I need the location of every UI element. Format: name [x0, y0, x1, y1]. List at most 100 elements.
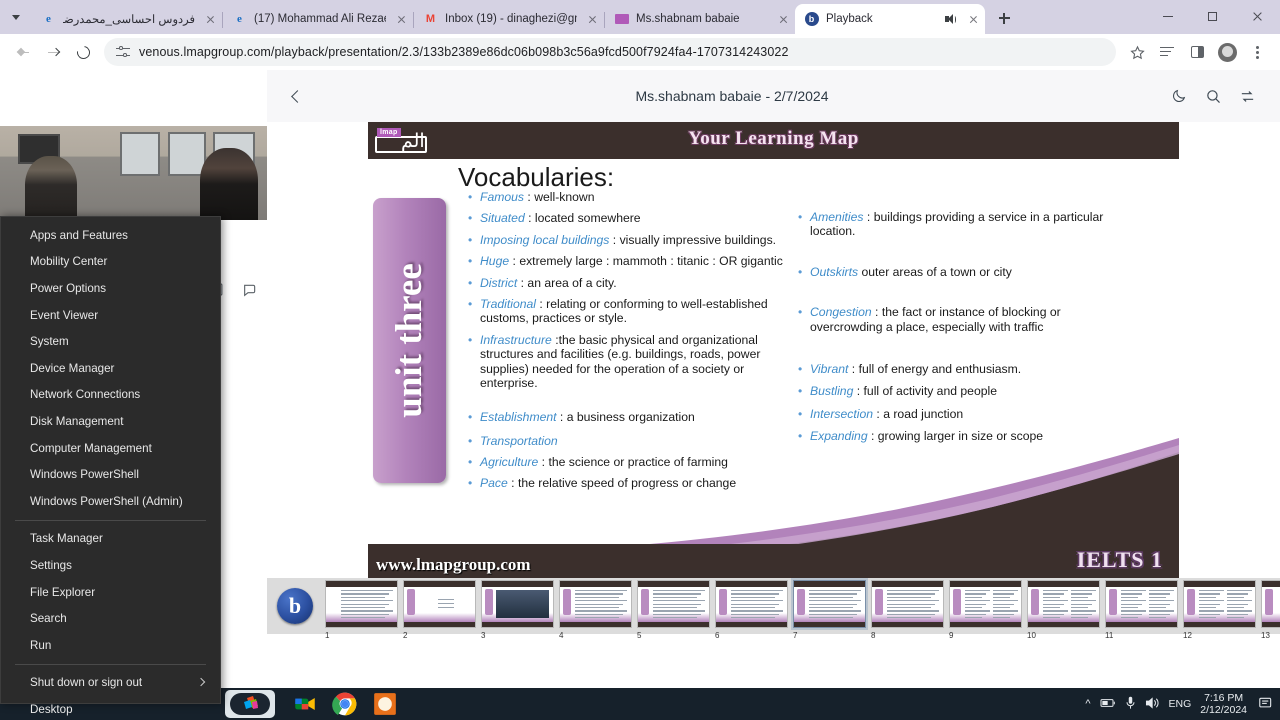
- reload-button[interactable]: [68, 37, 98, 67]
- slide-thumbnail[interactable]: 4: [557, 578, 634, 640]
- bookmark-star-icon[interactable]: [1122, 37, 1152, 67]
- winx-menu-item-network-connections[interactable]: Network Connections: [1, 382, 220, 409]
- browser-menu-icon[interactable]: [1242, 37, 1272, 67]
- windows-power-user-menu[interactable]: Apps and Features Mobility Center Power Op…: [0, 216, 221, 716]
- taskbar-app-google-chrome[interactable]: [332, 691, 358, 717]
- vocab-right-text: Bustling : full of activity and people: [810, 384, 1118, 398]
- thumbnail-text-line: [1199, 593, 1220, 595]
- browser-tab-3-close-icon[interactable]: [584, 11, 600, 27]
- winx-menu-item-shut-down-or-sign-out[interactable]: Shut down or sign out: [1, 670, 220, 697]
- thumbnail-text-line: [809, 593, 857, 595]
- thumbnail-bottom-bar: [794, 622, 865, 627]
- vocab-left-item: • Traditional : relating or conforming to…: [468, 297, 798, 326]
- thumbnail-text-line: [1227, 593, 1248, 595]
- thumbnail-text-line: [1043, 590, 1068, 592]
- taskbar-clock[interactable]: 7:16 PM 2/12/2024: [1200, 692, 1247, 717]
- slide-thumbnail[interactable]: 11: [1103, 578, 1180, 640]
- webcam-video-panel[interactable]: [0, 126, 267, 220]
- thumbnail-text-line: [993, 617, 1010, 619]
- current-slide[interactable]: lmap الم Your Learning Map Vocabularies:…: [368, 122, 1179, 578]
- taskbar-app-vlc[interactable]: [372, 691, 398, 717]
- thumbnail-top-bar: [794, 581, 865, 587]
- slide-thumbnail[interactable]: 1: [323, 578, 400, 640]
- browser-tab-1-close-icon[interactable]: [202, 11, 218, 27]
- slide-thumbnail[interactable]: 2: [401, 578, 478, 640]
- browser-tab-2[interactable]: e (17) Mohammad Ali Rezaei: [223, 4, 413, 34]
- slide-thumbnail[interactable]: 6: [713, 578, 790, 640]
- winx-menu-item-device-manager[interactable]: Device Manager: [1, 355, 220, 382]
- winx-menu-item-power-options[interactable]: Power Options: [1, 275, 220, 302]
- thumbnail-text-line: [1121, 610, 1146, 612]
- slide-thumbnail-frame: [325, 580, 398, 628]
- address-bar[interactable]: venous.lmapgroup.com/playback/presentati…: [104, 38, 1116, 66]
- vocab-separator: :: [538, 455, 549, 470]
- slide-thumbnail[interactable]: 8: [869, 578, 946, 640]
- winx-menu-item-disk-management[interactable]: Disk Management: [1, 408, 220, 435]
- browser-tab-4[interactable]: Ms.shabnam babaie: [605, 4, 795, 34]
- new-tab-button[interactable]: [990, 4, 1018, 32]
- tab-audio-playing-icon[interactable]: [943, 12, 958, 27]
- theme-toggle-icon[interactable]: [1162, 79, 1196, 113]
- notifications-icon[interactable]: [1258, 696, 1274, 713]
- browser-tab-4-close-icon[interactable]: [775, 11, 791, 27]
- volume-icon[interactable]: [1145, 696, 1160, 713]
- window-close-button[interactable]: [1235, 0, 1280, 32]
- winx-menu-item-apps-and-features[interactable]: Apps and Features: [1, 222, 220, 249]
- thumbnail-bottom-bar: [950, 622, 1021, 627]
- forward-button[interactable]: [38, 37, 68, 67]
- winx-menu-item-system[interactable]: System: [1, 328, 220, 355]
- vocab-separator: :: [609, 232, 620, 247]
- side-panel-icon[interactable]: [1182, 37, 1212, 67]
- winx-menu-item-windows-powershell-admin[interactable]: Windows PowerShell (Admin): [1, 488, 220, 515]
- winx-menu-item-event-viewer[interactable]: Event Viewer: [1, 302, 220, 329]
- tray-overflow-icon[interactable]: ^: [1085, 698, 1090, 710]
- thumbnail-text-line: [341, 590, 393, 592]
- bullet-icon: •: [468, 410, 473, 425]
- slide-thumbnail[interactable]: 5: [635, 578, 712, 640]
- browser-tab-3[interactable]: M Inbox (19) - dinaghezi@gmail.: [414, 4, 604, 34]
- winx-menu-item-file-explorer[interactable]: File Explorer: [1, 579, 220, 606]
- slide-thumbnail[interactable]: 10: [1025, 578, 1102, 640]
- slide-thumbnail-frame: [871, 580, 944, 628]
- slide-thumbnail[interactable]: 3: [479, 578, 556, 640]
- browser-tab-5-close-icon[interactable]: [965, 11, 981, 27]
- slide-thumbnail[interactable]: 13: [1259, 578, 1280, 640]
- winx-menu-item-search[interactable]: Search: [1, 605, 220, 632]
- window-maximize-button[interactable]: [1190, 0, 1235, 32]
- vocab-definition: extremely large : mammoth : titanic : OR…: [519, 254, 783, 269]
- browser-tab-2-close-icon[interactable]: [393, 11, 409, 27]
- slide-thumbnail[interactable]: 12: [1181, 578, 1258, 640]
- swap-layout-icon[interactable]: [1230, 79, 1264, 113]
- winx-menu-item-desktop[interactable]: Desktop: [1, 696, 220, 720]
- reading-list-icon[interactable]: [1152, 37, 1182, 67]
- thumbnail-bottom-bar: [1184, 622, 1255, 627]
- winx-menu-item-computer-management[interactable]: Computer Management: [1, 435, 220, 462]
- slide-thumbnail[interactable]: 9: [947, 578, 1024, 640]
- microphone-icon[interactable]: [1125, 696, 1136, 713]
- slide-thumbnail[interactable]: 7: [791, 578, 868, 640]
- browser-tab-5-playback[interactable]: b Playback: [795, 4, 985, 34]
- thumbnail-text-line: [1149, 596, 1166, 598]
- tray-language[interactable]: ENG: [1169, 698, 1192, 710]
- taskbar-app-google-meet[interactable]: [292, 691, 318, 717]
- window-minimize-button[interactable]: [1145, 0, 1190, 32]
- search-icon[interactable]: [1196, 79, 1230, 113]
- chat-icon[interactable]: [242, 282, 258, 303]
- thumbnail-top-bar: [950, 581, 1021, 587]
- tab-search-dropdown-button[interactable]: [0, 0, 32, 34]
- winx-menu-item-run[interactable]: Run: [1, 632, 220, 659]
- slide-thumbnail-strip[interactable]: b 1234567891011121314: [267, 578, 1280, 640]
- vocab-definition: full of activity and people: [863, 384, 997, 399]
- winx-menu-item-windows-powershell[interactable]: Windows PowerShell: [1, 461, 220, 488]
- winx-menu-item-task-manager[interactable]: Task Manager: [1, 526, 220, 553]
- back-button[interactable]: [8, 37, 38, 67]
- thumbnail-text-line: [575, 610, 627, 612]
- winx-menu-item-mobility-center[interactable]: Mobility Center: [1, 249, 220, 276]
- site-settings-icon[interactable]: [116, 46, 130, 58]
- taskbar-app-bigbluebutton[interactable]: [230, 693, 270, 715]
- bullet-icon: •: [468, 332, 473, 347]
- browser-tab-1[interactable]: e فردوس احساسی_محمدرضا (17): [32, 4, 222, 34]
- profile-avatar-icon[interactable]: [1212, 37, 1242, 67]
- battery-icon[interactable]: [1100, 697, 1116, 712]
- winx-menu-item-settings[interactable]: Settings: [1, 552, 220, 579]
